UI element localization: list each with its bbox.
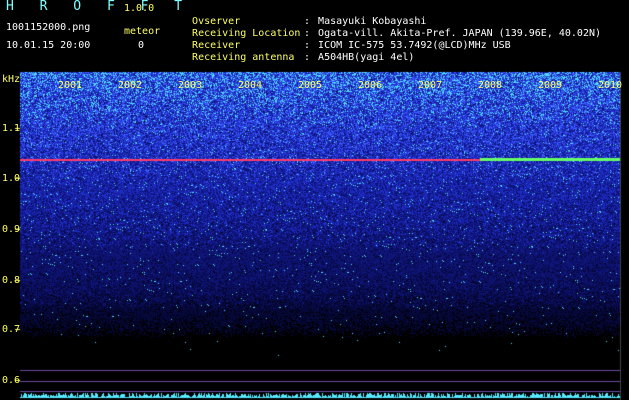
time-label: 2002 xyxy=(118,80,143,91)
y-tick-label: 1.0 xyxy=(2,173,21,184)
info-row-antenna: Receiving antenna: A504HB(yagi 4el) xyxy=(180,40,414,64)
time-label: 2003 xyxy=(178,80,203,91)
y-axis-unit: kHz xyxy=(2,74,21,85)
y-tick-label: 0.6 xyxy=(2,375,21,386)
time-label: 2004 xyxy=(238,80,263,91)
info-key: Receiving antenna xyxy=(192,52,295,63)
time-label: 2008 xyxy=(478,80,503,91)
time-label: 2007 xyxy=(418,80,443,91)
date-time: 10.01.15 20:00 xyxy=(6,40,91,51)
y-tick-label: 0.9 xyxy=(2,224,21,235)
time-label: 2010 xyxy=(598,80,623,91)
meteor-count: 0 xyxy=(138,40,145,51)
meteor-label: meteor xyxy=(124,26,161,37)
file-name: 1001152000.png xyxy=(6,22,91,33)
time-label: 2006 xyxy=(358,80,383,91)
time-label: 2001 xyxy=(58,80,83,91)
app-version: 1.0.0 xyxy=(124,3,155,14)
time-label: 2009 xyxy=(538,80,563,91)
y-tick-label: 1.1 xyxy=(2,123,21,134)
info-value: A504HB(yagi 4el) xyxy=(318,52,415,63)
info-separator: : xyxy=(304,52,311,63)
y-tick-label: 0.8 xyxy=(2,275,21,286)
time-label: 2005 xyxy=(298,80,323,91)
app-title: H R O F F T xyxy=(6,0,192,14)
y-tick-label: 0.7 xyxy=(2,324,21,335)
